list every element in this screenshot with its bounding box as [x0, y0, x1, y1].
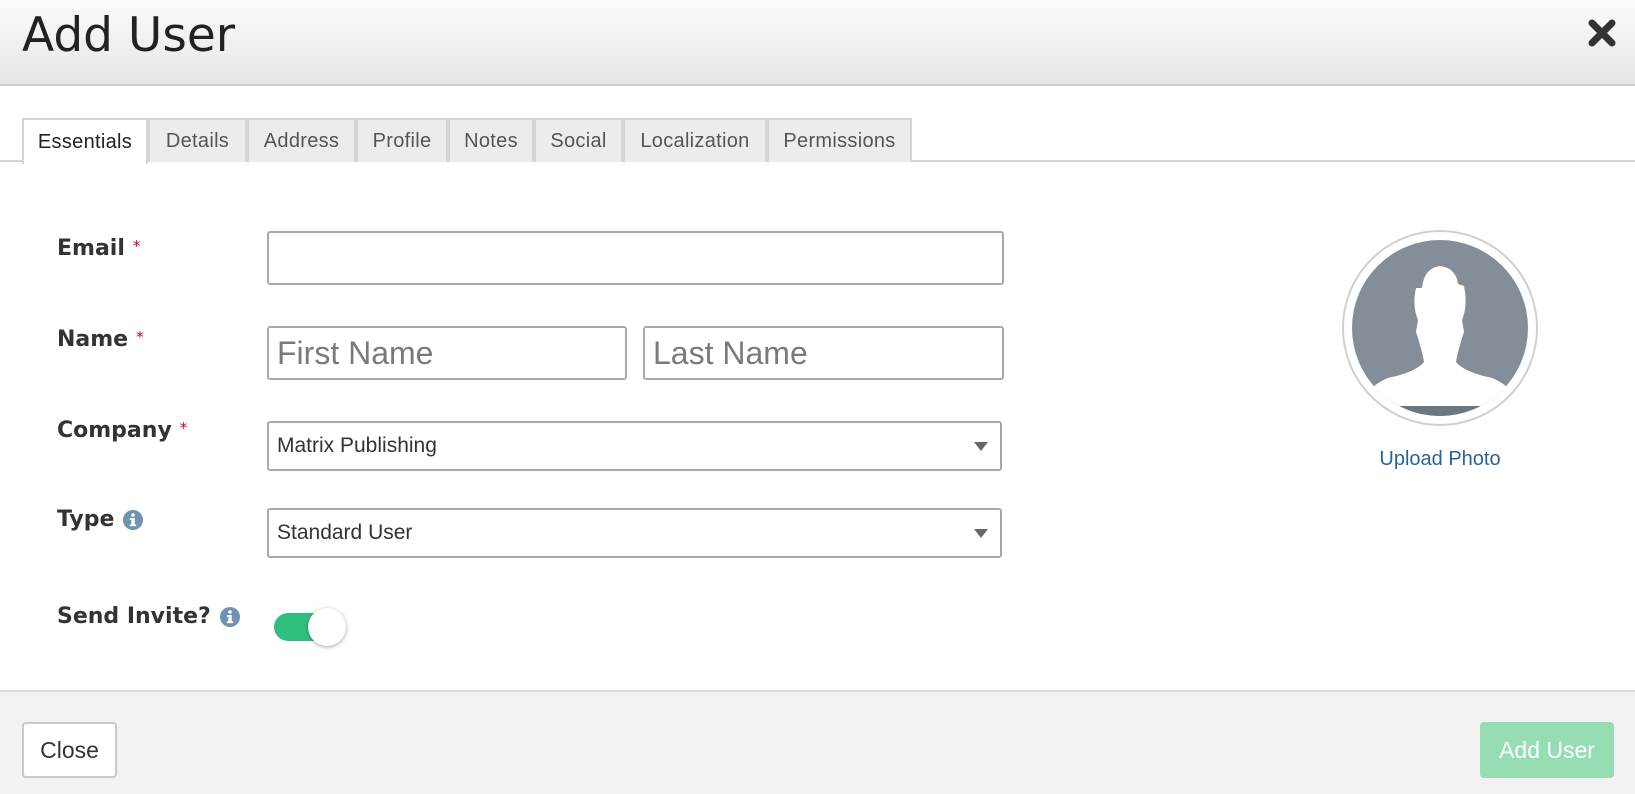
tab-profile[interactable]: Profile [356, 118, 448, 162]
avatar [1342, 230, 1538, 426]
close-modal-button[interactable] [1579, 10, 1625, 56]
tab-essentials[interactable]: Essentials [22, 118, 148, 164]
upload-photo-link[interactable]: Upload Photo [1340, 448, 1540, 471]
company-select-value: Matrix Publishing [277, 434, 437, 457]
name-label-text: Name [57, 327, 129, 352]
send-invite-toggle[interactable] [274, 608, 346, 646]
required-marker: * [132, 236, 141, 255]
email-label: Email * [57, 236, 140, 261]
tab-details[interactable]: Details [148, 118, 247, 162]
first-name-field[interactable] [267, 326, 627, 380]
tab-bar: Essentials Details Address Profile Notes… [0, 118, 1635, 164]
required-marker: * [179, 418, 188, 437]
info-icon[interactable] [219, 606, 241, 628]
required-marker: * [136, 327, 144, 346]
type-select-value: Standard User [277, 521, 413, 544]
send-invite-label: Send Invite? [57, 604, 241, 629]
close-button[interactable]: Close [22, 722, 117, 778]
last-name-field[interactable] [643, 326, 1004, 380]
info-icon[interactable] [122, 509, 144, 531]
type-label: Type [57, 507, 144, 532]
modal-header: Add User [0, 0, 1635, 86]
toggle-knob [308, 608, 346, 646]
modal-title: Add User [22, 8, 236, 63]
tab-permissions[interactable]: Permissions [767, 118, 912, 162]
email-label-text: Email [57, 236, 125, 261]
user-silhouette-icon [1352, 240, 1528, 416]
name-label: Name * [57, 327, 144, 352]
type-select[interactable]: Standard User [267, 508, 1002, 558]
tab-social[interactable]: Social [534, 118, 623, 162]
add-user-button[interactable]: Add User [1480, 722, 1614, 778]
chevron-down-icon [974, 442, 988, 451]
tab-notes[interactable]: Notes [448, 118, 534, 162]
send-invite-label-text: Send Invite? [57, 604, 211, 629]
chevron-down-icon [974, 529, 988, 538]
type-label-text: Type [57, 507, 115, 532]
company-select[interactable]: Matrix Publishing [267, 421, 1002, 471]
tab-localization[interactable]: Localization [623, 118, 767, 162]
close-icon [1588, 19, 1616, 47]
modal-footer: Close Add User [0, 690, 1635, 794]
email-field[interactable] [267, 231, 1004, 285]
company-label-text: Company [57, 418, 172, 443]
tab-address[interactable]: Address [247, 118, 356, 162]
company-label: Company * [57, 418, 187, 443]
